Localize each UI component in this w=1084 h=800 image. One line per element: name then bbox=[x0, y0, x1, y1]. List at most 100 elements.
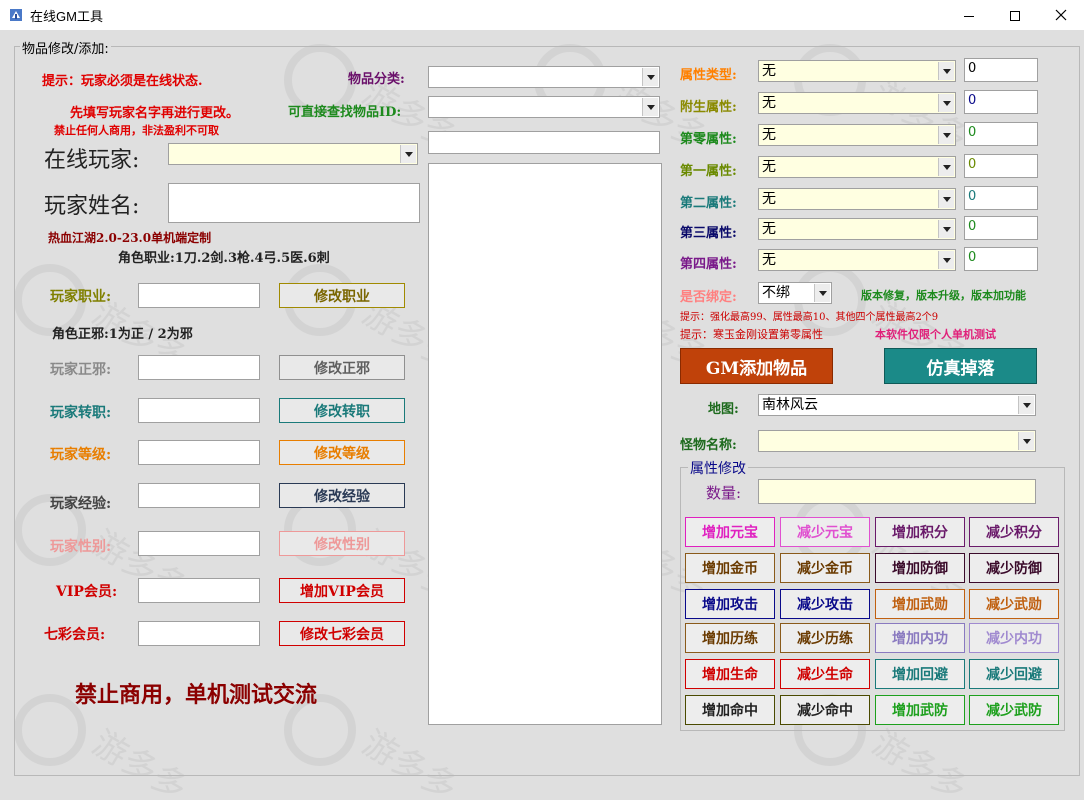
add-inner-power-button[interactable]: 增加内功 bbox=[875, 623, 965, 653]
map-value: 南林风云 bbox=[762, 397, 818, 413]
bind-select[interactable]: 不绑 bbox=[758, 282, 832, 304]
attached-attr-label: 附生属性: bbox=[680, 100, 737, 115]
attr-type-number[interactable]: 0 bbox=[964, 58, 1038, 82]
reduce-life-button[interactable]: 减少生命 bbox=[780, 659, 870, 689]
add-accuracy-button[interactable]: 增加命中 bbox=[685, 695, 775, 725]
add-life-button[interactable]: 增加生命 bbox=[685, 659, 775, 689]
attr-two-select[interactable]: 无 bbox=[758, 188, 956, 210]
chevron-down-icon bbox=[938, 158, 954, 176]
exp-label: 玩家经验: bbox=[50, 496, 112, 512]
chevron-down-icon bbox=[814, 284, 830, 302]
add-attack-button[interactable]: 增加攻击 bbox=[685, 589, 775, 619]
simulate-drop-button[interactable]: 仿真掉落 bbox=[884, 348, 1037, 384]
job-input[interactable] bbox=[138, 283, 260, 308]
gender-input[interactable] bbox=[138, 531, 260, 556]
monster-select[interactable] bbox=[758, 430, 1036, 452]
bind-value: 不绑 bbox=[762, 285, 790, 301]
add-yuanbao-button[interactable]: 增加元宝 bbox=[685, 517, 775, 547]
attr-two-number[interactable]: 0 bbox=[964, 186, 1038, 210]
modify-exp-button[interactable]: 修改经验 bbox=[279, 483, 405, 508]
hint-name: 先填写玩家名字再进行更改。 bbox=[70, 106, 240, 121]
job-note: 角色职业:1刀.2剑.3枪.4弓.5医.6刺 bbox=[118, 251, 330, 266]
gm-add-item-button[interactable]: GM添加物品 bbox=[680, 348, 833, 384]
modify-level-button[interactable]: 修改等级 bbox=[279, 440, 405, 465]
add-points-button[interactable]: 增加积分 bbox=[875, 517, 965, 547]
promotion-input[interactable] bbox=[138, 398, 260, 423]
quantity-input[interactable] bbox=[758, 479, 1036, 504]
reduce-defense-button[interactable]: 减少防御 bbox=[969, 553, 1059, 583]
attr-zero-select[interactable]: 无 bbox=[758, 124, 956, 146]
attr-four-number[interactable]: 0 bbox=[964, 247, 1038, 271]
chevron-down-icon bbox=[642, 68, 658, 86]
attr-three-select[interactable]: 无 bbox=[758, 218, 956, 240]
add-merit-button[interactable]: 增加武勋 bbox=[875, 589, 965, 619]
add-defense-button[interactable]: 增加防御 bbox=[875, 553, 965, 583]
level-label: 玩家等级: bbox=[50, 447, 112, 463]
reduce-yuanbao-button[interactable]: 减少元宝 bbox=[780, 517, 870, 547]
close-button[interactable] bbox=[1038, 0, 1084, 30]
add-gold-button[interactable]: 增加金币 bbox=[685, 553, 775, 583]
modify-align-button[interactable]: 修改正邪 bbox=[279, 355, 405, 380]
item-list[interactable] bbox=[428, 163, 662, 725]
exp-input[interactable] bbox=[138, 483, 260, 508]
title-bar: 在线GM工具 bbox=[0, 0, 1084, 30]
reduce-training-button[interactable]: 减少历练 bbox=[780, 623, 870, 653]
hint-online: 提示：玩家必须是在线状态. bbox=[42, 74, 203, 89]
version-note: 热血江湖2.0-23.0单机端定制 bbox=[48, 231, 212, 245]
attr-zero-number[interactable]: 0 bbox=[964, 122, 1038, 146]
modify-promotion-button[interactable]: 修改转职 bbox=[279, 398, 405, 423]
attr-two-label: 第二属性: bbox=[680, 196, 737, 211]
attr-three-number[interactable]: 0 bbox=[964, 216, 1038, 240]
reduce-gold-button[interactable]: 减少金币 bbox=[780, 553, 870, 583]
player-name-input[interactable] bbox=[168, 183, 420, 223]
add-training-button[interactable]: 增加历练 bbox=[685, 623, 775, 653]
reduce-points-button[interactable]: 减少积分 bbox=[969, 517, 1059, 547]
attr-one-number[interactable]: 0 bbox=[964, 154, 1038, 178]
reduce-accuracy-button[interactable]: 减少命中 bbox=[780, 695, 870, 725]
reduce-merit-button[interactable]: 减少武勋 bbox=[969, 589, 1059, 619]
item-id-search-select[interactable] bbox=[428, 96, 660, 118]
modify-job-button[interactable]: 修改职业 bbox=[279, 283, 405, 308]
chevron-down-icon bbox=[938, 94, 954, 112]
category-select[interactable] bbox=[428, 66, 660, 88]
reduce-attack-button[interactable]: 减少攻击 bbox=[780, 589, 870, 619]
attr-four-select[interactable]: 无 bbox=[758, 249, 956, 271]
attr-three-label: 第三属性: bbox=[680, 226, 737, 241]
item-id-search-label: 可直接查找物品ID: bbox=[288, 105, 402, 120]
map-select[interactable]: 南林风云 bbox=[758, 394, 1036, 416]
attr-type-select[interactable]: 无 bbox=[758, 60, 956, 82]
attached-attr-value: 无 bbox=[762, 95, 776, 111]
version-info: 版本修复，版本升级，版本加功能 bbox=[861, 289, 1026, 302]
add-vip-button[interactable]: 增加VIP会员 bbox=[279, 578, 405, 603]
vip-input[interactable] bbox=[138, 578, 260, 603]
add-evasion-button[interactable]: 增加回避 bbox=[875, 659, 965, 689]
reduce-martial-defense-button[interactable]: 减少武防 bbox=[969, 695, 1059, 725]
modify-rainbow-vip-button[interactable]: 修改七彩会员 bbox=[279, 621, 405, 646]
maximize-icon bbox=[1010, 6, 1020, 25]
align-input[interactable] bbox=[138, 355, 260, 380]
online-player-label: 在线玩家: bbox=[44, 148, 140, 173]
reduce-evasion-button[interactable]: 减少回避 bbox=[969, 659, 1059, 689]
attr-one-value: 无 bbox=[762, 159, 776, 175]
attr-zero-label: 第零属性: bbox=[680, 132, 737, 147]
minimize-button[interactable] bbox=[946, 0, 992, 30]
job-label: 玩家职业: bbox=[50, 289, 112, 305]
maximize-button[interactable] bbox=[992, 0, 1038, 30]
chevron-down-icon bbox=[400, 145, 416, 163]
add-martial-defense-button[interactable]: 增加武防 bbox=[875, 695, 965, 725]
attr-four-value: 无 bbox=[762, 252, 776, 268]
attached-attr-number[interactable]: 0 bbox=[964, 90, 1038, 114]
item-search-input[interactable] bbox=[428, 131, 660, 154]
reduce-inner-power-button[interactable]: 减少内功 bbox=[969, 623, 1059, 653]
personal-only-note: 本软件仅限个人单机测试 bbox=[875, 328, 996, 341]
attr-one-select[interactable]: 无 bbox=[758, 156, 956, 178]
rainbow-vip-input[interactable] bbox=[138, 621, 260, 646]
attr-type-label: 属性类型: bbox=[680, 68, 737, 83]
attr-three-value: 无 bbox=[762, 221, 776, 237]
online-player-select[interactable] bbox=[168, 143, 418, 165]
level-input[interactable] bbox=[138, 440, 260, 465]
attr-one-label: 第一属性: bbox=[680, 164, 737, 179]
attr-four-label: 第四属性: bbox=[680, 257, 737, 272]
attached-attr-select[interactable]: 无 bbox=[758, 92, 956, 114]
modify-gender-button[interactable]: 修改性别 bbox=[279, 531, 405, 556]
